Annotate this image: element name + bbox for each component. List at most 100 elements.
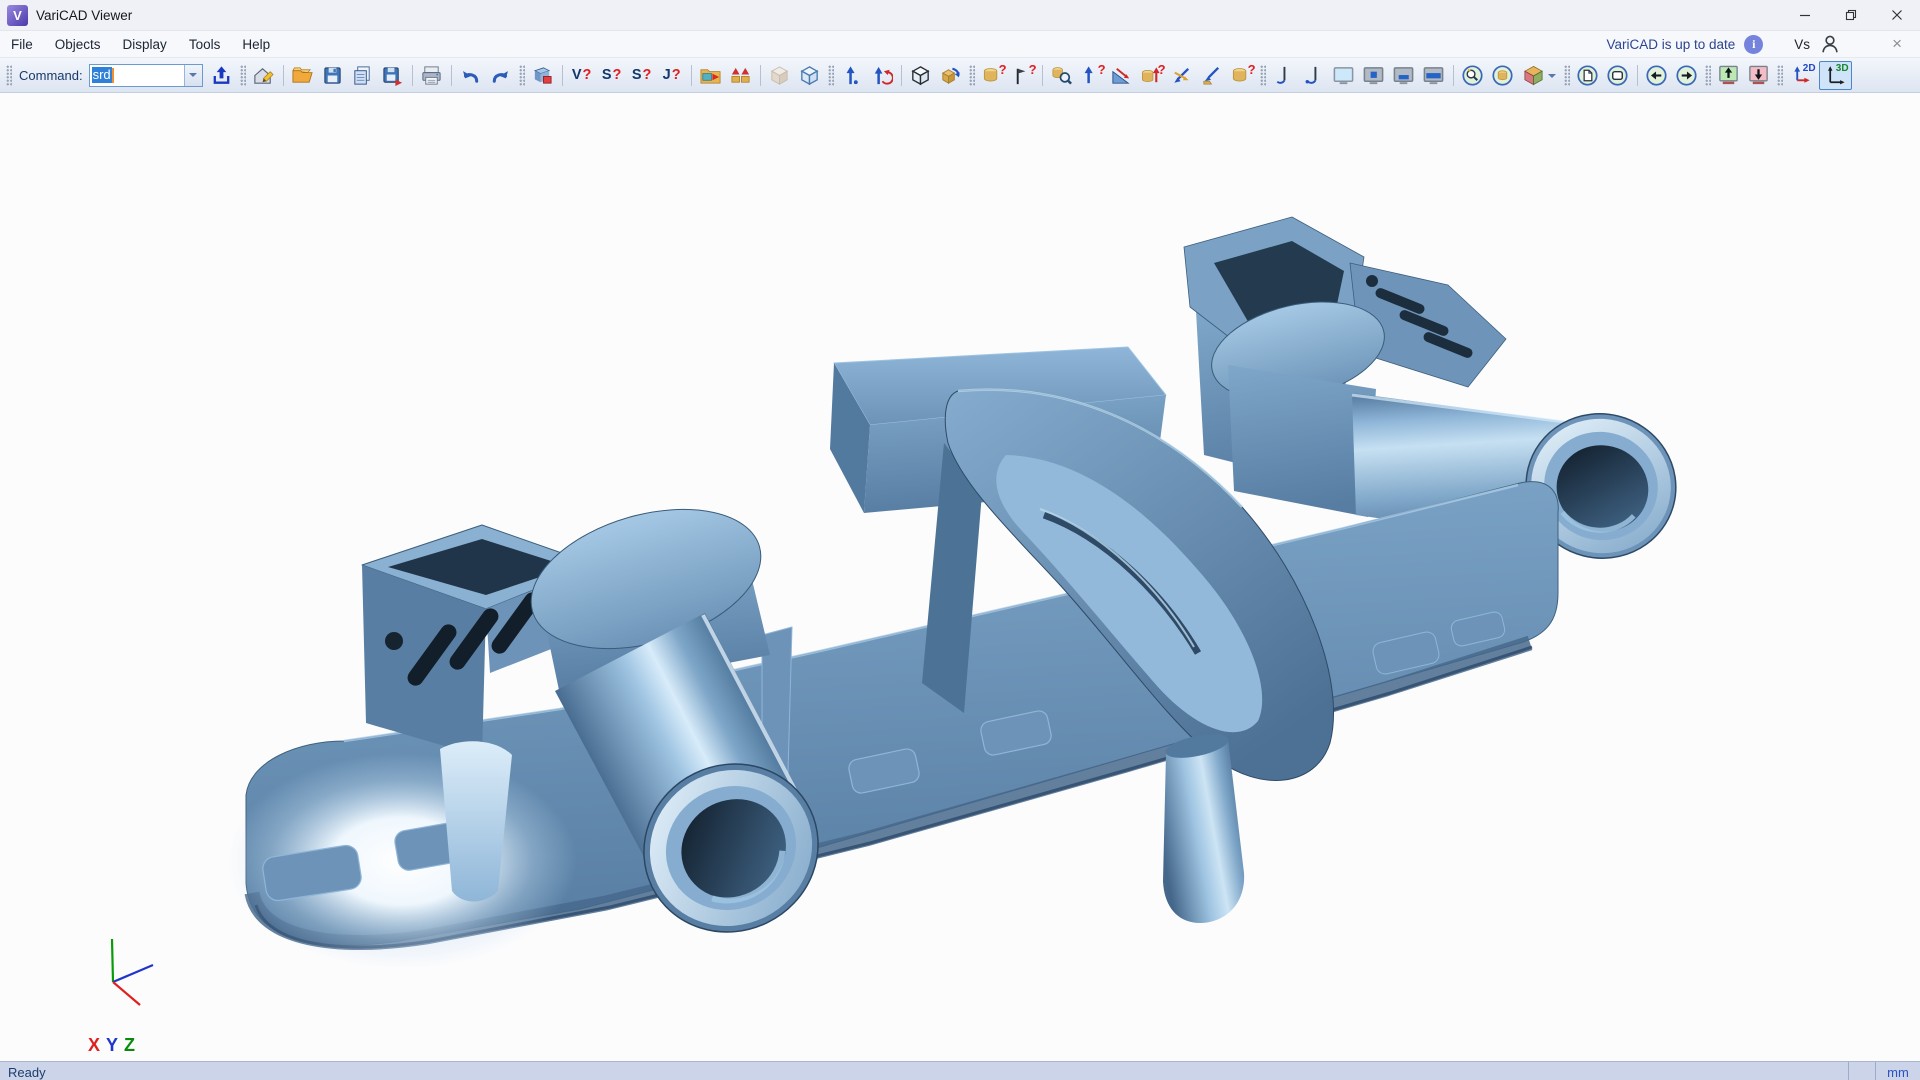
view-lower-button[interactable] bbox=[1744, 61, 1774, 90]
zoom-dynamic-button[interactable] bbox=[1458, 61, 1488, 90]
copy-file-button[interactable] bbox=[348, 61, 378, 90]
axis-triad: X Y Z bbox=[88, 939, 153, 1055]
rotate-solid-button[interactable] bbox=[936, 61, 966, 90]
open-file-button[interactable] bbox=[288, 61, 318, 90]
toolbar-separator bbox=[1637, 65, 1638, 86]
open-iges-q-button-label: J bbox=[663, 67, 671, 83]
plot-export-button[interactable] bbox=[207, 61, 237, 90]
command-input[interactable]: srd bbox=[89, 64, 203, 87]
window-title: VariCAD Viewer bbox=[36, 8, 132, 23]
move-view-button[interactable] bbox=[837, 61, 867, 90]
display-section-button[interactable] bbox=[1389, 61, 1419, 90]
command-value: srd bbox=[92, 67, 112, 83]
zoom-page-button[interactable] bbox=[1573, 61, 1603, 90]
display-full-button[interactable] bbox=[1419, 61, 1449, 90]
batch-convert-button[interactable] bbox=[726, 61, 756, 90]
open-stl-q-button[interactable]: S? bbox=[627, 61, 657, 90]
measure-edge-button[interactable] bbox=[1197, 61, 1227, 90]
open-iges-q-button[interactable]: J? bbox=[657, 61, 687, 90]
restore-button[interactable] bbox=[1828, 0, 1874, 30]
menu-item-help[interactable]: Help bbox=[231, 34, 281, 55]
open-step-q-button-label: S bbox=[602, 67, 612, 83]
menu-item-display[interactable]: Display bbox=[112, 34, 178, 55]
save-file-button[interactable] bbox=[318, 61, 348, 90]
toolbar-separator bbox=[901, 65, 902, 86]
measure-vertical-snap-button[interactable] bbox=[1299, 61, 1329, 90]
status-cell-mm: mm bbox=[1875, 1062, 1920, 1080]
measure-distance-button[interactable] bbox=[1107, 61, 1137, 90]
switch-2d-button[interactable]: 2D bbox=[1786, 61, 1819, 90]
open-step-q-button[interactable]: S? bbox=[597, 61, 627, 90]
toolbar-drag-handle[interactable] bbox=[1777, 65, 1783, 86]
axis-label-y: Y bbox=[106, 1035, 118, 1055]
switch-3d-button[interactable]: 3D bbox=[1819, 61, 1852, 90]
status-cells: mm bbox=[1848, 1062, 1920, 1080]
open-varicad-q-button[interactable]: V? bbox=[567, 61, 597, 90]
solid-display-button[interactable] bbox=[906, 61, 936, 90]
toolbar-drag-handle[interactable] bbox=[1260, 65, 1266, 86]
print-button[interactable] bbox=[417, 61, 447, 90]
undo-button[interactable] bbox=[456, 61, 486, 90]
measure-vertical-button[interactable] bbox=[1269, 61, 1299, 90]
menu-item-tools[interactable]: Tools bbox=[178, 34, 232, 55]
toolbar-drag-handle[interactable] bbox=[1705, 65, 1711, 86]
text-caret bbox=[112, 68, 114, 83]
toolbar-separator bbox=[562, 65, 563, 86]
toolbar-drag-handle[interactable] bbox=[1564, 65, 1570, 86]
search-solid-button[interactable] bbox=[1047, 61, 1077, 90]
toolbar-separator bbox=[451, 65, 452, 86]
toolbar-drag-handle[interactable] bbox=[969, 65, 975, 86]
pan-right-button[interactable] bbox=[1672, 61, 1702, 90]
identify-axis-button[interactable]: ? bbox=[1077, 61, 1107, 90]
display-solid-window-button[interactable] bbox=[1359, 61, 1389, 90]
model-canvas[interactable]: X Y Z bbox=[0, 93, 1920, 1061]
account-label: Vs bbox=[1794, 37, 1810, 52]
status-text: Ready bbox=[0, 1065, 46, 1080]
minimize-button[interactable] bbox=[1782, 0, 1828, 30]
view-raise-button[interactable] bbox=[1714, 61, 1744, 90]
identify-point-button[interactable]: ? bbox=[1008, 61, 1038, 90]
pan-left-button[interactable] bbox=[1642, 61, 1672, 90]
open-model-button[interactable] bbox=[249, 61, 279, 90]
redo-button[interactable] bbox=[486, 61, 516, 90]
menu-right: VariCAD is up to date i Vs × bbox=[1606, 33, 1920, 55]
part-model[interactable] bbox=[227, 217, 1691, 969]
zoom-solids-button[interactable] bbox=[1488, 61, 1518, 90]
toolbar-drag-handle[interactable] bbox=[240, 65, 246, 86]
solid-info-button[interactable]: ? bbox=[1227, 61, 1257, 90]
rotate-view-button[interactable] bbox=[867, 61, 897, 90]
toolbar-separator bbox=[691, 65, 692, 86]
switch-2d-button-label: 2D bbox=[1803, 63, 1816, 74]
box-display-button[interactable] bbox=[765, 61, 795, 90]
viewport[interactable]: X Y Z bbox=[0, 93, 1920, 1061]
panel-close-icon[interactable]: × bbox=[1884, 34, 1910, 54]
toolbar-drag-handle[interactable] bbox=[828, 65, 834, 86]
wireframe-display-button[interactable] bbox=[795, 61, 825, 90]
command-label: Command: bbox=[19, 68, 83, 83]
toolbar-separator bbox=[1453, 65, 1454, 86]
identify-solid-button[interactable]: ? bbox=[978, 61, 1008, 90]
toolbar-drag-handle[interactable] bbox=[519, 65, 525, 86]
measure-angle-button[interactable] bbox=[1167, 61, 1197, 90]
close-button[interactable] bbox=[1874, 0, 1920, 30]
dropdown-arrow-icon[interactable] bbox=[1548, 74, 1556, 82]
display-window-button[interactable] bbox=[1329, 61, 1359, 90]
zoom-window-button[interactable] bbox=[1603, 61, 1633, 90]
info-icon[interactable]: i bbox=[1744, 35, 1763, 54]
toolbar-items: V?S?S?J??????2D3D bbox=[249, 61, 1852, 90]
question-mark-icon: ? bbox=[1029, 63, 1037, 76]
view-orientation-button[interactable] bbox=[1518, 61, 1561, 90]
menu-item-file[interactable]: File bbox=[0, 34, 44, 55]
measure-solid-button[interactable]: ? bbox=[1137, 61, 1167, 90]
app-logo-icon: V bbox=[7, 5, 28, 26]
import-file-button[interactable] bbox=[696, 61, 726, 90]
menu-item-objects[interactable]: Objects bbox=[44, 34, 112, 55]
status-cell bbox=[1848, 1062, 1875, 1080]
user-icon[interactable] bbox=[1819, 33, 1841, 55]
title-bar: V VariCAD Viewer bbox=[0, 0, 1920, 31]
command-dropdown-button[interactable] bbox=[184, 65, 202, 86]
toolbar-drag-handle[interactable] bbox=[6, 65, 12, 86]
save-as-button[interactable] bbox=[378, 61, 408, 90]
axis-label-z: Z bbox=[124, 1035, 135, 1055]
copy-image-button[interactable] bbox=[528, 61, 558, 90]
